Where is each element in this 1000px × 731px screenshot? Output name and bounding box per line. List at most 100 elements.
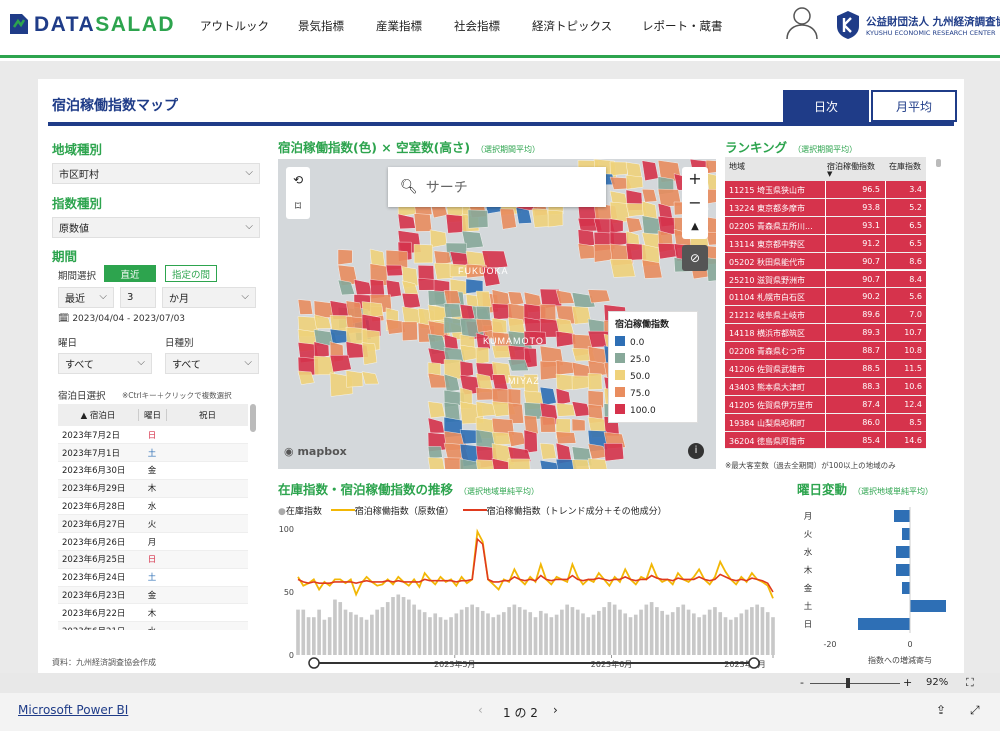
stock-bar[interactable] — [549, 617, 554, 655]
stock-bar[interactable] — [359, 617, 364, 655]
map-region[interactable] — [609, 161, 628, 176]
tab-daily[interactable]: 日次 — [783, 90, 869, 122]
stock-bar[interactable] — [517, 607, 522, 655]
stock-bar[interactable] — [422, 612, 427, 655]
zoom-out-icon[interactable]: − — [682, 191, 708, 215]
col-stock[interactable]: 在庫指数 — [889, 161, 921, 172]
share-icon[interactable]: ⇪ — [936, 703, 946, 717]
stock-bar[interactable] — [618, 609, 622, 655]
stock-bar[interactable] — [322, 619, 327, 655]
stock-bar[interactable] — [544, 613, 548, 655]
table-row[interactable]: 2023年6月26日月 — [58, 532, 248, 552]
stock-bar[interactable] — [670, 612, 675, 655]
stock-bar[interactable] — [428, 617, 432, 655]
map-region[interactable] — [401, 293, 421, 309]
stock-bar[interactable] — [728, 619, 733, 655]
stock-bar[interactable] — [639, 609, 643, 655]
stock-bar[interactable] — [412, 604, 416, 655]
map-region[interactable] — [641, 259, 663, 279]
map-region[interactable] — [417, 278, 436, 291]
stock-bar[interactable] — [401, 597, 406, 655]
stock-bar[interactable] — [327, 617, 332, 655]
nav-economic-topics[interactable]: 経済トピックス — [532, 18, 612, 34]
map-region[interactable] — [459, 360, 474, 378]
stock-bar[interactable] — [554, 614, 559, 655]
next-page-icon[interactable]: › — [553, 703, 558, 717]
map-region[interactable] — [625, 174, 644, 190]
stock-bar[interactable] — [771, 617, 775, 655]
map-region[interactable] — [555, 373, 575, 392]
map-region[interactable] — [587, 373, 603, 390]
fit-page-icon[interactable]: ⛶ — [966, 676, 974, 690]
zoom-slider-handle[interactable] — [846, 678, 850, 688]
stock-bar[interactable] — [538, 610, 543, 655]
stock-bar[interactable] — [354, 614, 358, 655]
stock-bar[interactable] — [364, 619, 369, 655]
stock-bar[interactable] — [597, 610, 601, 655]
compass-icon[interactable]: ▲ — [682, 215, 708, 239]
sort-desc-icon[interactable]: ▼ — [827, 170, 832, 178]
zoom-out-button[interactable]: - — [800, 676, 804, 689]
stock-bar[interactable] — [338, 602, 343, 655]
stock-bar[interactable] — [306, 617, 311, 655]
map-region[interactable] — [571, 418, 586, 432]
map-region[interactable] — [547, 209, 564, 228]
table-row[interactable]: 2023年6月22日木 — [58, 603, 248, 623]
stock-bar[interactable] — [523, 609, 527, 655]
stock-bar[interactable] — [470, 604, 474, 655]
lasso-select-icon[interactable]: ⟲ — [286, 167, 310, 193]
map-region[interactable] — [475, 347, 490, 365]
stock-bar[interactable] — [301, 609, 306, 655]
map-region[interactable] — [609, 259, 636, 278]
map-region[interactable] — [337, 249, 353, 265]
map-region[interactable] — [555, 431, 577, 444]
stock-bar[interactable] — [697, 617, 701, 655]
weekday-bar[interactable] — [896, 546, 910, 558]
stock-bar[interactable] — [591, 614, 596, 655]
stock-bar[interactable] — [449, 617, 453, 655]
recent-button[interactable]: 直近 — [104, 265, 156, 282]
stock-bar[interactable] — [612, 604, 617, 655]
stock-bar[interactable] — [417, 609, 422, 655]
map-region[interactable] — [329, 355, 352, 373]
daytype-select[interactable]: すべて ⌵ — [165, 353, 259, 374]
weekday-bar[interactable] — [902, 528, 910, 540]
weekday-bar[interactable] — [858, 618, 910, 630]
stock-bar[interactable] — [317, 609, 321, 655]
map-region[interactable] — [603, 443, 624, 462]
table-row[interactable]: 2023年7月1日土 — [58, 443, 248, 463]
map-region[interactable] — [427, 446, 443, 460]
stock-bar[interactable] — [681, 604, 686, 655]
map-region[interactable] — [345, 370, 364, 388]
tab-monthly[interactable]: 月平均 — [871, 90, 957, 122]
map-region[interactable] — [427, 401, 446, 419]
stock-bar[interactable] — [486, 613, 490, 655]
stock-bar[interactable] — [560, 609, 564, 655]
map-region[interactable] — [413, 213, 433, 232]
stock-bar[interactable] — [370, 614, 374, 655]
stock-bar[interactable] — [586, 617, 591, 655]
stock-bar[interactable] — [312, 617, 316, 655]
map-region[interactable] — [539, 443, 557, 460]
stock-bar[interactable] — [760, 607, 765, 655]
stock-bar[interactable] — [465, 607, 469, 655]
trend-series-line[interactable] — [297, 537, 774, 593]
stock-bar[interactable] — [380, 607, 385, 655]
stock-bar[interactable] — [391, 597, 395, 655]
ranking-scrollbar[interactable] — [936, 159, 941, 167]
weekday-chart[interactable]: 月火水木金土日 -20 0 指数への増減寄与 — [790, 499, 954, 671]
weekday-bar[interactable] — [896, 564, 910, 576]
stock-bar[interactable] — [454, 613, 459, 655]
stock-bar[interactable] — [765, 612, 770, 655]
stock-bar[interactable] — [602, 607, 606, 655]
col-occupancy[interactable]: 宿泊稼働指数 — [827, 161, 875, 172]
stock-bar[interactable] — [628, 617, 633, 655]
table-row[interactable]: 2023年6月21日水 — [58, 621, 248, 630]
raw-series-line[interactable] — [297, 528, 774, 599]
stock-bar[interactable] — [375, 609, 379, 655]
slider-start-handle[interactable] — [308, 657, 320, 669]
col-holiday[interactable]: 祝日 — [166, 409, 248, 421]
map-region[interactable] — [475, 318, 494, 333]
weekday-bar[interactable] — [910, 600, 946, 612]
map-region[interactable] — [385, 264, 403, 277]
